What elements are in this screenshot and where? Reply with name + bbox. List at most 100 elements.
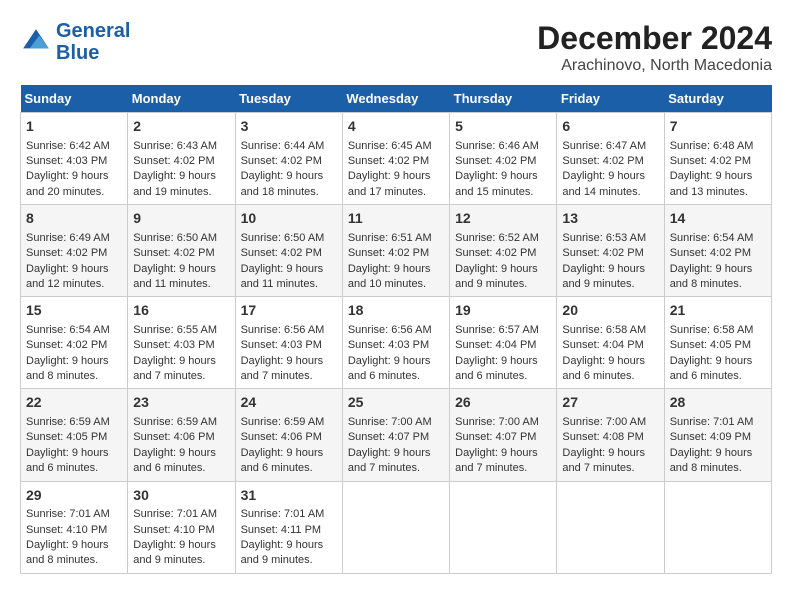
calendar-cell: 6 Sunrise: 6:47 AM Sunset: 4:02 PM Dayli…: [557, 113, 664, 205]
calendar-cell: 28 Sunrise: 7:01 AM Sunset: 4:09 PM Dayl…: [664, 389, 771, 481]
sunset-text: Sunset: 4:02 PM: [26, 247, 107, 259]
calendar-cell: 27 Sunrise: 7:00 AM Sunset: 4:08 PM Dayl…: [557, 389, 664, 481]
day-number: 15: [26, 301, 122, 321]
daylight-text: Daylight: 9 hours and 6 minutes.: [562, 355, 645, 382]
daylight-text: Daylight: 9 hours and 10 minutes.: [348, 263, 431, 290]
page-header: General Blue December 2024 Arachinovo, N…: [20, 20, 772, 75]
calendar-cell: 18 Sunrise: 6:56 AM Sunset: 4:03 PM Dayl…: [342, 297, 449, 389]
sunset-text: Sunset: 4:02 PM: [26, 339, 107, 351]
sunset-text: Sunset: 4:05 PM: [26, 431, 107, 443]
sunset-text: Sunset: 4:02 PM: [241, 155, 322, 167]
day-number: 10: [241, 209, 337, 229]
calendar-cell: 11 Sunrise: 6:51 AM Sunset: 4:02 PM Dayl…: [342, 205, 449, 297]
day-number: 27: [562, 393, 658, 413]
sunrise-text: Sunrise: 6:58 AM: [670, 324, 754, 336]
day-number: 18: [348, 301, 444, 321]
sunrise-text: Sunrise: 6:50 AM: [241, 232, 325, 244]
calendar-cell: [664, 481, 771, 573]
daylight-text: Daylight: 9 hours and 7 minutes.: [348, 447, 431, 474]
daylight-text: Daylight: 9 hours and 8 minutes.: [670, 263, 753, 290]
logo: General Blue: [20, 20, 130, 64]
sunset-text: Sunset: 4:10 PM: [26, 524, 107, 536]
calendar-cell: 13 Sunrise: 6:53 AM Sunset: 4:02 PM Dayl…: [557, 205, 664, 297]
sunrise-text: Sunrise: 6:54 AM: [26, 324, 110, 336]
day-number: 7: [670, 117, 766, 137]
sunset-text: Sunset: 4:07 PM: [348, 431, 429, 443]
sunset-text: Sunset: 4:04 PM: [455, 339, 536, 351]
sunrise-text: Sunrise: 6:55 AM: [133, 324, 217, 336]
sunset-text: Sunset: 4:06 PM: [241, 431, 322, 443]
calendar-cell: 9 Sunrise: 6:50 AM Sunset: 4:02 PM Dayli…: [128, 205, 235, 297]
calendar-week-row: 1 Sunrise: 6:42 AM Sunset: 4:03 PM Dayli…: [21, 113, 772, 205]
sunset-text: Sunset: 4:02 PM: [670, 155, 751, 167]
sunrise-text: Sunrise: 7:01 AM: [26, 508, 110, 520]
calendar-cell: 2 Sunrise: 6:43 AM Sunset: 4:02 PM Dayli…: [128, 113, 235, 205]
day-number: 5: [455, 117, 551, 137]
calendar-cell: 22 Sunrise: 6:59 AM Sunset: 4:05 PM Dayl…: [21, 389, 128, 481]
sunrise-text: Sunrise: 7:01 AM: [133, 508, 217, 520]
sunset-text: Sunset: 4:04 PM: [562, 339, 643, 351]
day-number: 22: [26, 393, 122, 413]
calendar-cell: 12 Sunrise: 6:52 AM Sunset: 4:02 PM Dayl…: [450, 205, 557, 297]
daylight-text: Daylight: 9 hours and 9 minutes.: [562, 263, 645, 290]
daylight-text: Daylight: 9 hours and 15 minutes.: [455, 170, 538, 197]
sunrise-text: Sunrise: 7:00 AM: [562, 416, 646, 428]
sunset-text: Sunset: 4:10 PM: [133, 524, 214, 536]
calendar-cell: 29 Sunrise: 7:01 AM Sunset: 4:10 PM Dayl…: [21, 481, 128, 573]
sunset-text: Sunset: 4:08 PM: [562, 431, 643, 443]
calendar-week-row: 15 Sunrise: 6:54 AM Sunset: 4:02 PM Dayl…: [21, 297, 772, 389]
sunrise-text: Sunrise: 6:53 AM: [562, 232, 646, 244]
daylight-text: Daylight: 9 hours and 11 minutes.: [133, 263, 216, 290]
sunrise-text: Sunrise: 6:57 AM: [455, 324, 539, 336]
sunrise-text: Sunrise: 6:56 AM: [348, 324, 432, 336]
sunset-text: Sunset: 4:02 PM: [562, 247, 643, 259]
sunrise-text: Sunrise: 6:50 AM: [133, 232, 217, 244]
calendar-cell: [342, 481, 449, 573]
daylight-text: Daylight: 9 hours and 9 minutes.: [241, 539, 324, 566]
sunset-text: Sunset: 4:02 PM: [241, 247, 322, 259]
sunrise-text: Sunrise: 6:56 AM: [241, 324, 325, 336]
day-number: 25: [348, 393, 444, 413]
sunset-text: Sunset: 4:02 PM: [133, 247, 214, 259]
daylight-text: Daylight: 9 hours and 17 minutes.: [348, 170, 431, 197]
daylight-text: Daylight: 9 hours and 20 minutes.: [26, 170, 109, 197]
day-number: 1: [26, 117, 122, 137]
calendar-cell: 15 Sunrise: 6:54 AM Sunset: 4:02 PM Dayl…: [21, 297, 128, 389]
header-thursday: Thursday: [450, 85, 557, 113]
day-number: 3: [241, 117, 337, 137]
header-sunday: Sunday: [21, 85, 128, 113]
calendar-week-row: 8 Sunrise: 6:49 AM Sunset: 4:02 PM Dayli…: [21, 205, 772, 297]
sunset-text: Sunset: 4:02 PM: [562, 155, 643, 167]
daylight-text: Daylight: 9 hours and 8 minutes.: [26, 539, 109, 566]
calendar-cell: 26 Sunrise: 7:00 AM Sunset: 4:07 PM Dayl…: [450, 389, 557, 481]
sunrise-text: Sunrise: 6:59 AM: [241, 416, 325, 428]
header-friday: Friday: [557, 85, 664, 113]
day-number: 24: [241, 393, 337, 413]
calendar-cell: 19 Sunrise: 6:57 AM Sunset: 4:04 PM Dayl…: [450, 297, 557, 389]
day-number: 13: [562, 209, 658, 229]
sunrise-text: Sunrise: 7:01 AM: [241, 508, 325, 520]
calendar-cell: 5 Sunrise: 6:46 AM Sunset: 4:02 PM Dayli…: [450, 113, 557, 205]
daylight-text: Daylight: 9 hours and 6 minutes.: [241, 447, 324, 474]
calendar-cell: 17 Sunrise: 6:56 AM Sunset: 4:03 PM Dayl…: [235, 297, 342, 389]
sunset-text: Sunset: 4:05 PM: [670, 339, 751, 351]
calendar-cell: 24 Sunrise: 6:59 AM Sunset: 4:06 PM Dayl…: [235, 389, 342, 481]
daylight-text: Daylight: 9 hours and 12 minutes.: [26, 263, 109, 290]
logo-icon: [20, 26, 52, 58]
day-number: 26: [455, 393, 551, 413]
calendar-cell: 23 Sunrise: 6:59 AM Sunset: 4:06 PM Dayl…: [128, 389, 235, 481]
daylight-text: Daylight: 9 hours and 18 minutes.: [241, 170, 324, 197]
daylight-text: Daylight: 9 hours and 6 minutes.: [455, 355, 538, 382]
calendar-cell: 10 Sunrise: 6:50 AM Sunset: 4:02 PM Dayl…: [235, 205, 342, 297]
daylight-text: Daylight: 9 hours and 6 minutes.: [670, 355, 753, 382]
sunrise-text: Sunrise: 6:45 AM: [348, 140, 432, 152]
sunset-text: Sunset: 4:02 PM: [455, 247, 536, 259]
header-monday: Monday: [128, 85, 235, 113]
daylight-text: Daylight: 9 hours and 9 minutes.: [455, 263, 538, 290]
header-tuesday: Tuesday: [235, 85, 342, 113]
calendar-cell: 14 Sunrise: 6:54 AM Sunset: 4:02 PM Dayl…: [664, 205, 771, 297]
calendar-cell: 20 Sunrise: 6:58 AM Sunset: 4:04 PM Dayl…: [557, 297, 664, 389]
daylight-text: Daylight: 9 hours and 13 minutes.: [670, 170, 753, 197]
day-number: 20: [562, 301, 658, 321]
calendar-cell: 21 Sunrise: 6:58 AM Sunset: 4:05 PM Dayl…: [664, 297, 771, 389]
